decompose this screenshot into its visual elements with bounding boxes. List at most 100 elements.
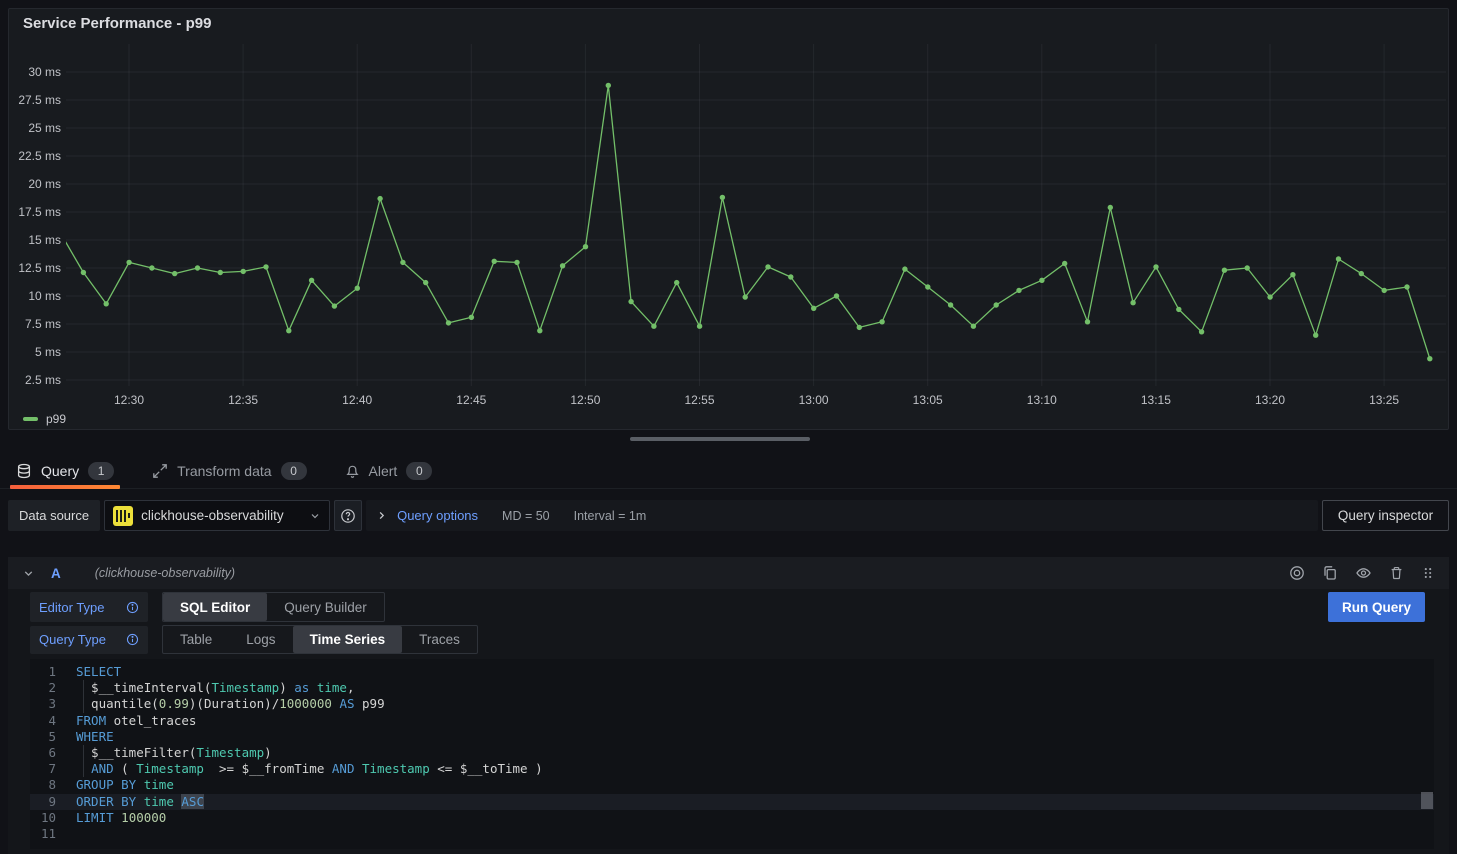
chevron-right-icon	[376, 510, 387, 521]
editor-type-segmented-control: SQL Editor Query Builder	[162, 592, 385, 622]
tab-transform-badge: 0	[281, 462, 307, 480]
line-number: 7	[30, 761, 56, 777]
legend-series-label: p99	[46, 412, 66, 426]
query-toolbar: Data source clickhouse-observability Que…	[8, 500, 1449, 531]
query-type-row: Query Type Table Logs Time Series Traces	[30, 625, 1425, 654]
svg-text:22.5 ms: 22.5 ms	[18, 149, 61, 163]
disable-query-button[interactable]	[1289, 565, 1305, 581]
sql-line-1[interactable]: 1SELECT	[30, 664, 1434, 680]
sql-line-5[interactable]: 5WHERE	[30, 729, 1434, 745]
query-ref-id[interactable]: A	[51, 566, 61, 581]
active-tab-indicator	[10, 485, 120, 489]
sql-code-text: FROM otel_traces	[76, 713, 196, 729]
duplicate-query-button[interactable]	[1322, 565, 1338, 581]
transform-icon	[152, 463, 168, 479]
query-type-table[interactable]: Table	[163, 626, 229, 653]
tab-query[interactable]: Query 1	[10, 452, 120, 489]
panel-editor-tab-bar: Query 1 Transform data 0 Alert 0	[0, 452, 1457, 489]
sql-line-2[interactable]: 2 $__timeInterval(Timestamp) as time,	[30, 680, 1434, 696]
tab-alert[interactable]: Alert 0	[339, 452, 439, 489]
svg-text:13:10: 13:10	[1027, 393, 1057, 407]
drag-handle[interactable]	[1421, 565, 1435, 581]
sql-line-10[interactable]: 10 LIMIT 100000	[30, 810, 1434, 826]
sql-code-text: LIMIT 100000	[76, 810, 166, 826]
svg-text:12:40: 12:40	[342, 393, 372, 407]
sql-line-7[interactable]: 7 AND ( Timestamp >= $__fromTime AND Tim…	[30, 761, 1434, 777]
panel-editor-tabs: Query 1 Transform data 0 Alert 0	[10, 452, 464, 489]
timeseries-chart[interactable]: 30 ms27.5 ms25 ms22.5 ms20 ms17.5 ms15 m…	[9, 9, 1448, 429]
tab-transform-data[interactable]: Transform data 0	[146, 452, 312, 489]
query-row-header[interactable]: A (clickhouse-observability)	[8, 557, 1449, 589]
datasource-value: clickhouse-observability	[141, 508, 301, 523]
bell-icon	[345, 463, 360, 479]
sql-line-11[interactable]: 11	[30, 826, 1434, 842]
max-data-points-value: MD = 50	[502, 509, 550, 523]
copy-icon	[1322, 565, 1338, 581]
svg-text:13:00: 13:00	[799, 393, 829, 407]
line-number: 11	[30, 826, 56, 842]
tab-alert-label: Alert	[369, 463, 398, 479]
svg-text:13:25: 13:25	[1369, 393, 1399, 407]
svg-text:27.5 ms: 27.5 ms	[18, 93, 61, 107]
chart-legend[interactable]: p99	[23, 412, 66, 426]
svg-text:30 ms: 30 ms	[28, 65, 61, 79]
info-icon[interactable]	[126, 601, 139, 614]
sql-code-text: quantile(0.99)(Duration)/1000000 AS p99	[76, 696, 385, 712]
svg-text:13:15: 13:15	[1141, 393, 1171, 407]
sql-line-4[interactable]: 4 FROM otel_traces	[30, 713, 1434, 729]
editor-type-chip: Editor Type	[30, 592, 148, 622]
line-number: 10	[30, 810, 56, 826]
run-query-button[interactable]: Run Query	[1328, 592, 1425, 622]
svg-text:13:05: 13:05	[913, 393, 943, 407]
datasource-select[interactable]: clickhouse-observability	[104, 500, 330, 531]
chevron-down-icon	[309, 510, 321, 522]
query-type-traces[interactable]: Traces	[402, 626, 477, 653]
sql-line-9[interactable]: 9ORDER BY time ASC	[30, 794, 1434, 810]
toggle-visibility-button[interactable]	[1355, 565, 1372, 581]
chevron-down-icon	[22, 567, 35, 580]
editor-scrollbar-thumb[interactable]	[1421, 792, 1433, 809]
query-options-label: Query options	[397, 508, 478, 523]
line-number: 8	[30, 777, 56, 793]
editor-type-query-builder[interactable]: Query Builder	[267, 593, 384, 621]
sql-line-6[interactable]: 6 $__timeFilter(Timestamp)	[30, 745, 1434, 761]
tab-transform-label: Transform data	[177, 463, 271, 479]
query-type-segmented-control: Table Logs Time Series Traces	[162, 625, 478, 654]
eye-icon	[1355, 565, 1372, 581]
datasource-help-button[interactable]	[334, 500, 362, 531]
tab-query-label: Query	[41, 463, 79, 479]
sql-code-editor[interactable]: 1SELECT2 $__timeInterval(Timestamp) as t…	[30, 659, 1434, 849]
line-number: 6	[30, 745, 56, 761]
editor-type-row: Editor Type SQL Editor Query Builder Run…	[30, 592, 1425, 622]
legend-series-swatch	[23, 417, 38, 421]
horizontal-scrollbar-thumb[interactable]	[630, 437, 810, 441]
svg-text:12:35: 12:35	[228, 393, 258, 407]
query-type-time-series[interactable]: Time Series	[293, 626, 403, 653]
sql-line-8[interactable]: 8GROUP BY time	[30, 777, 1434, 793]
line-number: 1	[30, 664, 56, 680]
query-type-logs[interactable]: Logs	[229, 626, 292, 653]
query-options-strip: Query options MD = 50 Interval = 1m	[366, 500, 1318, 531]
sql-code-text: AND ( Timestamp >= $__fromTime AND Times…	[76, 761, 543, 777]
query-inspector-button[interactable]: Query inspector	[1322, 500, 1449, 531]
editor-type-sql-editor[interactable]: SQL Editor	[163, 593, 267, 621]
database-icon	[16, 463, 32, 479]
drag-dots-icon	[1421, 565, 1435, 581]
sql-code-text: $__timeInterval(Timestamp) as time,	[76, 680, 355, 696]
collapse-query-button[interactable]	[22, 567, 35, 580]
clickhouse-logo-icon	[113, 506, 133, 526]
line-number: 3	[30, 696, 56, 712]
line-number: 9	[30, 794, 56, 810]
delete-query-button[interactable]	[1389, 565, 1404, 581]
svg-text:12:30: 12:30	[114, 393, 144, 407]
question-circle-icon	[340, 508, 356, 524]
sql-line-3[interactable]: 3 quantile(0.99)(Duration)/1000000 AS p9…	[30, 696, 1434, 712]
query-options-toggle[interactable]: Query options	[376, 508, 478, 523]
line-number: 2	[30, 680, 56, 696]
svg-text:15 ms: 15 ms	[28, 233, 61, 247]
info-icon[interactable]	[126, 633, 139, 646]
line-number: 4	[30, 713, 56, 729]
svg-text:2.5 ms: 2.5 ms	[25, 373, 61, 387]
svg-text:25 ms: 25 ms	[28, 121, 61, 135]
timeseries-panel: Service Performance - p99 30 ms27.5 ms25…	[8, 8, 1449, 430]
